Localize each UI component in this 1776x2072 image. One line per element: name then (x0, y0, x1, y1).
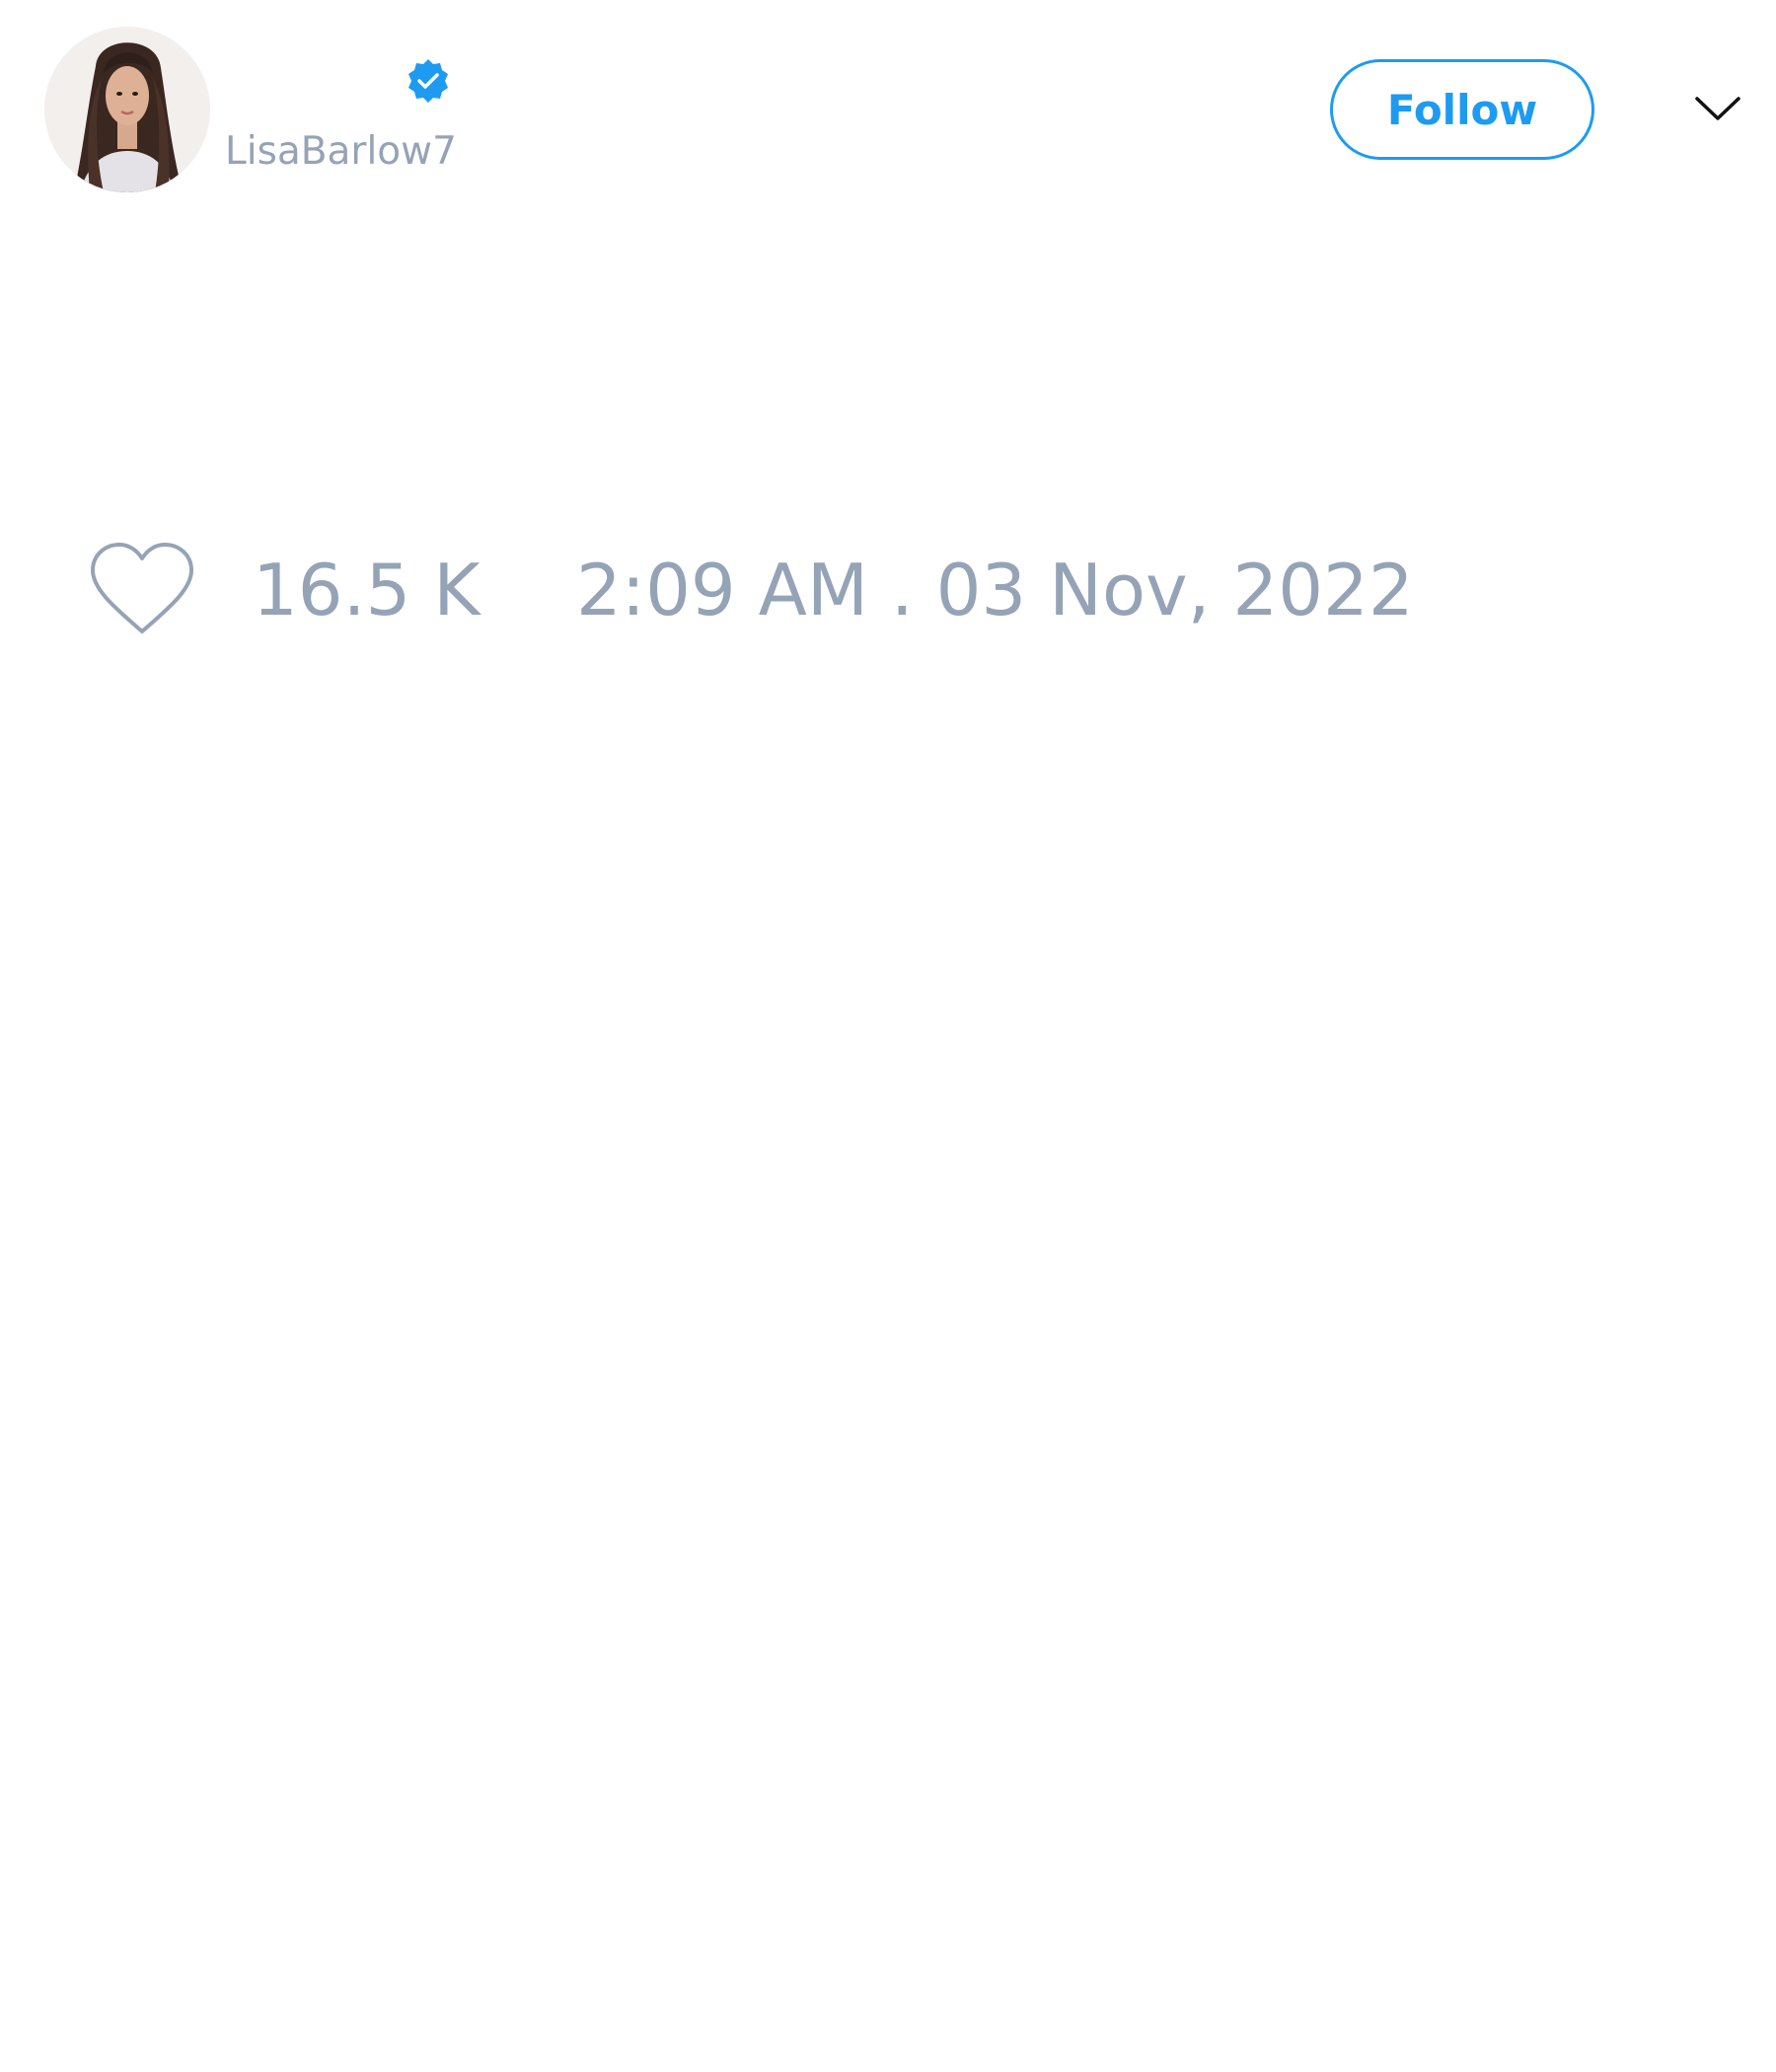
author-handle[interactable]: LisaBarlow7 (225, 126, 457, 178)
tweet-timestamp[interactable]: 2:09 AM . 03 Nov, 2022 (576, 549, 1414, 631)
tweet-card: LisaBarlow7 Follow 16.5 K 2:09 AM . 03 N… (0, 0, 1776, 2072)
avatar-image (44, 27, 210, 192)
heart-outline-icon[interactable] (88, 541, 196, 639)
avatar[interactable] (44, 27, 210, 192)
like-count: 16.5 K (253, 549, 481, 631)
verified-badge-icon (405, 57, 452, 105)
chevron-down-icon[interactable] (1693, 89, 1742, 128)
follow-button[interactable]: Follow (1330, 59, 1594, 160)
